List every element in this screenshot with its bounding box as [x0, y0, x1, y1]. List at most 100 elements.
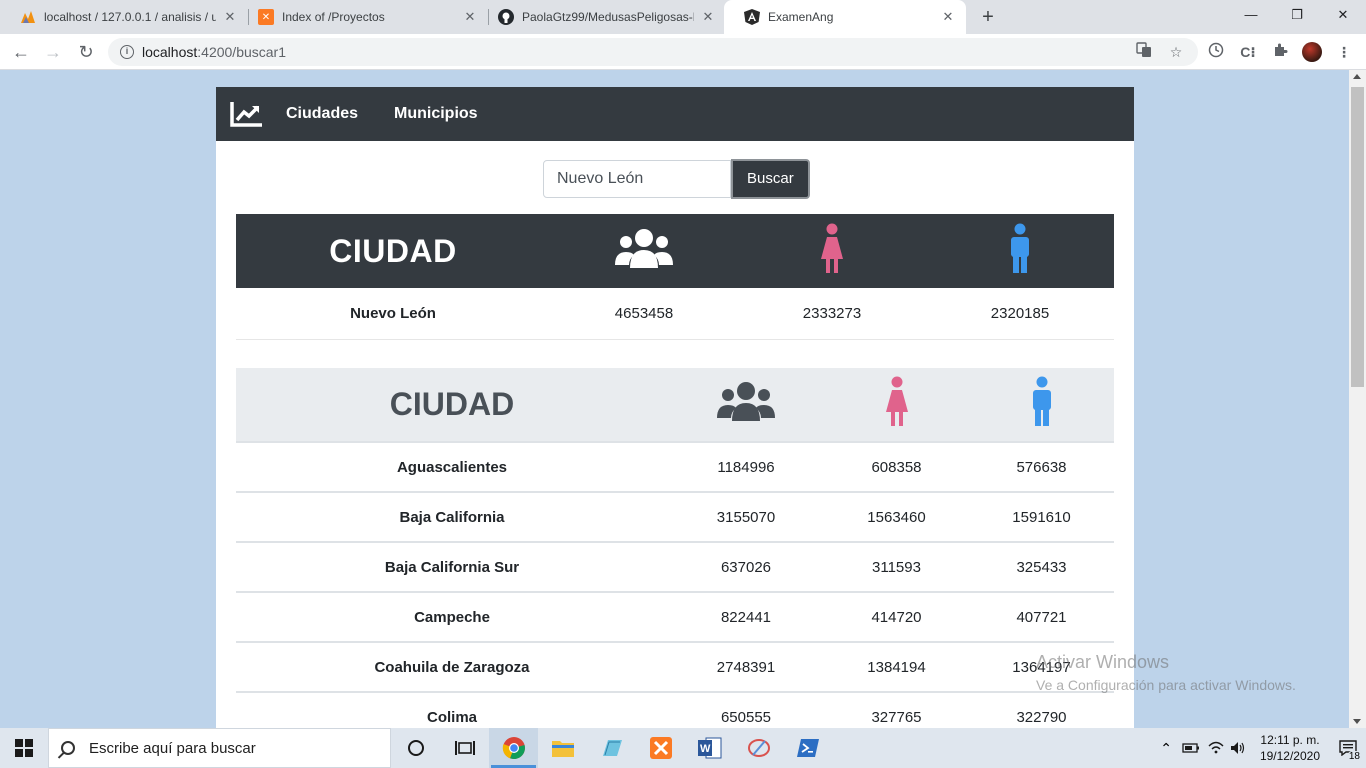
taskbar-search[interactable]: Escribe aquí para buscar [48, 728, 391, 768]
column-header-ciudad: CIUDAD [389, 386, 515, 422]
word-icon: W [697, 737, 721, 759]
total-population: 822441 [720, 608, 772, 626]
notification-count: 18 [1346, 751, 1362, 762]
close-icon[interactable]: ✕ [940, 9, 956, 25]
close-window-button[interactable]: ✕ [1320, 0, 1366, 30]
taskbar-chrome[interactable] [489, 728, 538, 768]
taskbar-word[interactable]: W [685, 728, 734, 768]
info-icon[interactable]: i [120, 45, 134, 59]
male-population: 407721 [1016, 608, 1067, 626]
taskbar-paint-app[interactable] [734, 728, 783, 768]
cities-table: CIUDAD Aguascalientes 1184996 608358 576… [236, 368, 1114, 728]
chevron-up-icon[interactable]: ⌃ [1160, 740, 1172, 757]
app-navbar: Ciudades Municipios [216, 87, 1134, 141]
column-header-ciudad: CIUDAD [329, 232, 457, 269]
tab-title: ExamenAng [768, 10, 834, 24]
close-icon[interactable]: ✕ [462, 9, 478, 25]
tab-phpmyadmin[interactable]: localhost / 127.0.0.1 / analisis / u ✕ [0, 0, 248, 34]
female-population: 1563460 [867, 508, 926, 526]
total-population: 2748391 [716, 658, 776, 676]
population-icon [550, 214, 738, 288]
xampp-icon [649, 737, 672, 759]
scrollbar-thumb[interactable] [1351, 87, 1364, 387]
male-population: 325433 [1016, 558, 1067, 576]
phpmyadmin-icon [20, 9, 36, 25]
population-icon [668, 368, 824, 442]
city-name: Baja California [399, 508, 505, 526]
wifi-icon[interactable] [1208, 741, 1224, 755]
reload-button[interactable]: ↻ [74, 40, 98, 64]
forward-button[interactable]: → [41, 40, 65, 64]
close-icon[interactable]: ✕ [222, 9, 238, 25]
female-population: 608358 [871, 458, 922, 476]
task-view-button[interactable] [440, 728, 489, 768]
nav-ciudades[interactable]: Ciudades [286, 105, 358, 123]
tab-index-proyectos[interactable]: ✕ Index of /Proyectos ✕ [238, 0, 488, 34]
female-icon [824, 368, 969, 442]
folder-icon [551, 741, 574, 757]
restore-button[interactable]: ❐ [1274, 0, 1320, 30]
scroll-down-icon[interactable] [1353, 719, 1361, 724]
tab-github[interactable]: PaolaGtz99/MedusasPeligosas-P ✕ [478, 0, 726, 34]
back-button[interactable]: ← [9, 40, 33, 64]
tab-examenang[interactable]: ExamenAng ✕ [724, 0, 966, 34]
taskbar-notes-app[interactable] [587, 728, 636, 768]
profile-avatar[interactable] [1302, 42, 1322, 62]
taskbar-search-placeholder: Escribe aquí para buscar [89, 739, 256, 757]
notifications-button[interactable]: 18 [1330, 728, 1366, 768]
taskbar-powershell[interactable] [783, 728, 832, 768]
page-viewport: Ciudades Municipios Nuevo León Buscar CI… [0, 70, 1366, 728]
minimize-button[interactable]: — [1228, 0, 1274, 30]
extension-clock-icon[interactable] [1206, 42, 1226, 62]
taskbar-file-explorer[interactable] [538, 728, 587, 768]
translate-icon[interactable] [1134, 42, 1154, 62]
windows-taskbar: Escribe aquí para buscar W ⌃ 12:11 p. m.… [0, 728, 1366, 768]
female-population: 1384194 [867, 658, 926, 676]
extension-c-icon[interactable]: C⁝ [1238, 42, 1258, 62]
clock-date: 19/12/2020 [1259, 749, 1320, 763]
cortana-button[interactable] [391, 728, 440, 768]
city-name: Aguascalientes [396, 458, 508, 476]
app-container: Ciudades Municipios Nuevo León Buscar CI… [216, 87, 1134, 728]
search-button[interactable]: Buscar [731, 159, 810, 199]
table-row: Nuevo León 4653458 2333273 2320185 [236, 288, 1114, 339]
task-view-icon [454, 741, 475, 755]
url-path: :4200/buscar1 [197, 44, 286, 60]
taskbar-clock[interactable]: 12:11 p. m. 19/12/2020 [1260, 732, 1320, 764]
female-population: 311593 [872, 558, 921, 576]
female-population: 327765 [871, 708, 922, 726]
scroll-up-icon[interactable] [1353, 74, 1361, 79]
male-population: 1591610 [1012, 508, 1071, 526]
male-icon [969, 368, 1114, 442]
search-input[interactable]: Nuevo León [543, 160, 731, 198]
male-icon [926, 214, 1114, 288]
taskbar-xampp[interactable] [636, 728, 685, 768]
city-name: Baja California Sur [384, 558, 520, 576]
result-header-row: CIUDAD [236, 214, 1114, 288]
github-icon [498, 9, 514, 25]
tab-title: PaolaGtz99/MedusasPeligosas-P [522, 10, 694, 24]
table-row: Coahuila de Zaragoza 2748391 1384194 136… [236, 642, 1114, 692]
address-bar[interactable]: i localhost:4200/buscar1 [108, 38, 1198, 66]
nav-municipios[interactable]: Municipios [394, 105, 478, 123]
browser-menu-icon[interactable]: ⋮ [1334, 42, 1354, 62]
female-icon [738, 214, 926, 288]
search-icon [61, 741, 75, 755]
close-icon[interactable]: ✕ [700, 9, 716, 25]
volume-icon[interactable] [1230, 741, 1246, 755]
extensions-puzzle-icon[interactable] [1270, 42, 1290, 62]
cortana-icon [407, 740, 424, 756]
powershell-icon [796, 739, 819, 757]
start-button[interactable] [0, 728, 48, 768]
bookmark-star-icon[interactable]: ☆ [1166, 42, 1186, 62]
female-population: 414720 [871, 608, 922, 626]
total-population: 4653458 [614, 304, 674, 322]
city-name: Campeche [414, 608, 490, 626]
total-population: 3155070 [716, 508, 776, 526]
page-scrollbar[interactable] [1349, 70, 1366, 728]
browser-toolbar: ← → ↻ i localhost:4200/buscar1 ☆ C⁝ ⋮ [0, 34, 1366, 70]
chart-line-icon[interactable] [230, 100, 264, 128]
city-name: Nuevo León [350, 304, 436, 322]
new-tab-button[interactable]: + [976, 5, 1000, 29]
battery-icon[interactable] [1182, 741, 1200, 755]
